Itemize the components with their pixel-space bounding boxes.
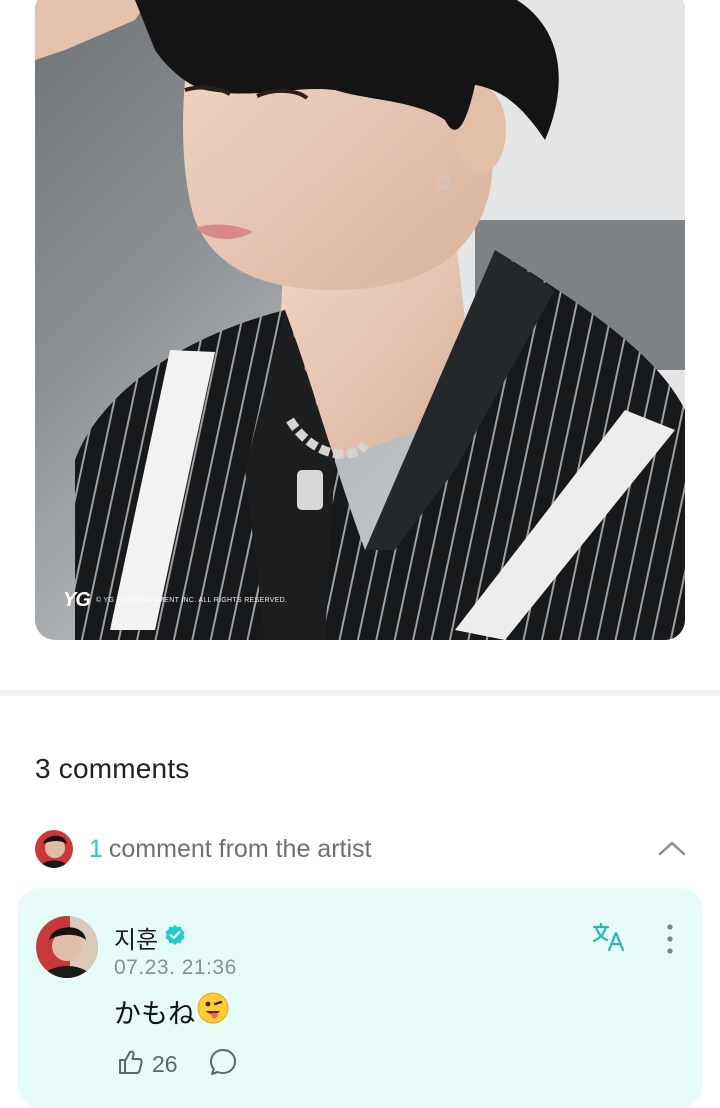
artist-avatar: [35, 830, 73, 868]
section-divider: [0, 690, 720, 696]
artist-comment-count: 1: [89, 834, 103, 863]
comment-date: 07.23. 21:36: [114, 956, 237, 979]
artist-comments-toggle[interactable]: 1 comment from the artist: [35, 828, 687, 870]
yg-logo: YG: [63, 589, 91, 611]
winking-tongue-emoji-icon: [197, 992, 229, 1031]
chevron-up-icon[interactable]: [657, 834, 687, 864]
photo-watermark: YG © YG ENTERTAINMENT INC. ALL RIGHTS RE…: [63, 589, 287, 612]
photo-illustration: [35, 0, 685, 640]
comment-author-avatar[interactable]: [36, 916, 98, 978]
comments-count: 3 comments: [35, 753, 190, 784]
comment-text-row: かもね: [114, 992, 229, 1031]
comment-author-name[interactable]: 지훈: [114, 920, 158, 955]
post-photo[interactable]: YG © YG ENTERTAINMENT INC. ALL RIGHTS RE…: [35, 0, 685, 640]
verified-badge-icon: [164, 924, 186, 951]
more-vertical-icon[interactable]: [658, 922, 682, 956]
reply-icon[interactable]: [208, 1047, 238, 1082]
comment-actions: 26: [114, 1046, 238, 1083]
like-icon[interactable]: [114, 1046, 146, 1083]
translate-icon[interactable]: [592, 922, 626, 952]
artist-comment-label: comment from the artist: [108, 834, 372, 863]
like-count: 26: [152, 1051, 178, 1077]
copyright-text: © YG ENTERTAINMENT INC. ALL RIGHTS RESER…: [95, 597, 288, 604]
artist-comment-card: 지훈 07.23. 21:36 かもね 26: [18, 888, 702, 1108]
comment-text: かもね: [114, 999, 195, 1029]
